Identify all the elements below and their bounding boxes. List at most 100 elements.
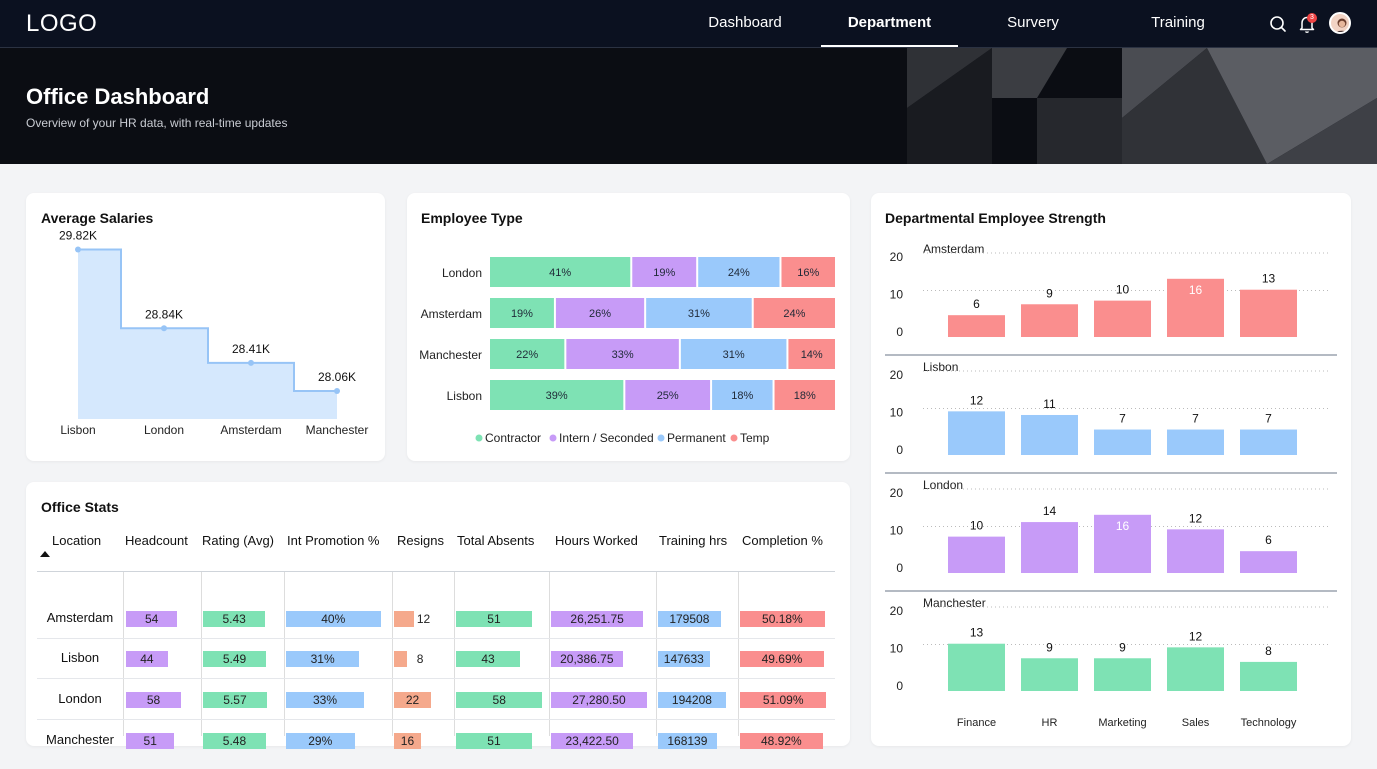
legend-label-2: Permanent	[667, 431, 726, 445]
cell-headcount-lisbon: 44	[126, 651, 199, 667]
salary-xtick-london: London	[144, 423, 184, 437]
cell-resigns-lisbon: 8	[394, 651, 451, 667]
salary-label-lisbon: 29.82K	[59, 228, 97, 242]
cell-value-promotion: 29%	[308, 734, 333, 748]
dept-value-amsterdam-sales: 16	[1189, 283, 1203, 297]
column-header-resigns[interactable]: Resigns	[397, 533, 444, 548]
cell-value-completion: 50.18%	[762, 612, 803, 626]
hero-decoration	[907, 48, 1377, 164]
cell-resigns-london: 22	[394, 692, 451, 708]
dept-value-lisbon-marketing: 7	[1119, 412, 1126, 426]
table-header-divider	[37, 571, 835, 572]
cell-value-resigns: 8	[416, 652, 424, 666]
legend-marker-1	[549, 434, 557, 442]
dept-value-london-marketing: 16	[1116, 519, 1130, 533]
cell-value-promotion: 40%	[321, 612, 346, 626]
logo[interactable]: LOGO	[26, 10, 97, 38]
emptype-value-lisbon-2: 18%	[731, 390, 753, 402]
dept-value-manchester-finance: 13	[970, 626, 984, 640]
row-divider	[37, 719, 835, 720]
cell-value-headcount: 54	[144, 612, 159, 626]
dept-bar-amsterdam-hr	[1021, 304, 1078, 337]
nav-dashboard[interactable]: Dashboard	[700, 0, 790, 47]
dept-xtick-finance: Finance	[957, 717, 996, 729]
column-header-training[interactable]: Training hrs	[659, 533, 727, 548]
emptype-value-amsterdam-0: 19%	[511, 308, 533, 320]
emptype-ytick-manchester: Manchester	[419, 348, 482, 362]
cell-training-london: 194208	[658, 692, 736, 708]
column-header-absents[interactable]: Total Absents	[457, 533, 534, 548]
emptype-ytick-london: London	[442, 266, 482, 280]
page-subtitle: Overview of your HR data, with real-time…	[26, 116, 288, 130]
dept-bar-manchester-technology	[1240, 661, 1297, 691]
column-header-hours[interactable]: Hours Worked	[555, 533, 638, 548]
cell-hours-lisbon: 20,386.75	[551, 651, 653, 667]
row-location-lisbon: Lisbon	[60, 650, 100, 665]
column-header-promotion[interactable]: Int Promotion %	[287, 533, 380, 548]
column-header-location[interactable]: Location	[52, 533, 101, 548]
cell-value-promotion: 31%	[310, 652, 335, 666]
dept-value-manchester-sales: 12	[1189, 629, 1203, 643]
cell-absents-lisbon: 43	[456, 651, 546, 667]
cell-training-manchester: 168139	[658, 733, 736, 749]
column-header-headcount[interactable]: Headcount	[125, 533, 188, 548]
dept-value-london-hr: 14	[1043, 504, 1057, 518]
cell-value-headcount: 44	[140, 652, 154, 666]
nav-training[interactable]: Training	[1140, 0, 1216, 47]
emptype-value-london-0: 41%	[549, 267, 571, 279]
nav-survery[interactable]: Survery	[990, 0, 1076, 47]
cell-resigns-amsterdam: 12	[394, 611, 451, 627]
salary-xtick-manchester: Manchester	[306, 423, 369, 437]
office-stats-title: Office Stats	[41, 499, 119, 515]
cell-promotion-london: 33%	[286, 692, 390, 708]
dept-value-lisbon-technology: 7	[1265, 412, 1272, 426]
cell-value-training: 179508	[669, 612, 710, 626]
dept-ytick-0-10: 10	[890, 288, 904, 302]
cell-value-resigns: 16	[400, 734, 415, 748]
dept-value-lisbon-hr: 11	[1043, 397, 1056, 411]
cell-value-rating: 5.43	[222, 612, 246, 626]
nav-department[interactable]: Department	[821, 0, 958, 47]
avatar[interactable]	[1329, 12, 1351, 34]
cell-value-hours: 20,386.75	[560, 652, 614, 666]
dept-value-amsterdam-marketing: 10	[1116, 283, 1130, 297]
dept-value-manchester-technology: 8	[1265, 644, 1272, 658]
salary-xtick-lisbon: Lisbon	[60, 423, 95, 437]
dept-bar-lisbon-technology	[1240, 429, 1297, 455]
dept-bar-manchester-hr	[1021, 658, 1078, 691]
cell-completion-london: 51.09%	[740, 692, 829, 708]
search-icon[interactable]	[1267, 12, 1291, 36]
emptype-value-lisbon-3: 18%	[794, 390, 816, 402]
legend-marker-0	[475, 434, 483, 442]
column-separator	[123, 572, 124, 736]
cell-promotion-amsterdam: 40%	[286, 611, 390, 627]
dept-bar-london-hr	[1021, 522, 1078, 573]
legend-label-0: Contractor	[485, 431, 541, 445]
column-header-completion[interactable]: Completion %	[742, 533, 823, 548]
dept-ytick-1-20: 20	[890, 368, 904, 382]
dept-value-amsterdam-technology: 13	[1262, 272, 1276, 286]
row-divider	[37, 638, 835, 639]
dept-value-manchester-marketing: 9	[1119, 640, 1126, 654]
dept-value-lisbon-finance: 12	[970, 393, 984, 407]
dept-xtick-marketing: Marketing	[1098, 717, 1146, 729]
cell-value-completion: 48.92%	[760, 734, 802, 748]
cell-value-training: 147633	[663, 652, 704, 666]
hero-banner: Office Dashboard Overview of your HR dat…	[0, 48, 1377, 164]
cell-value-absents: 58	[492, 693, 506, 707]
dept-ytick-1-0: 0	[896, 443, 903, 457]
dept-panel-title-london: London	[923, 478, 963, 492]
emptype-value-lisbon-0: 39%	[546, 390, 568, 402]
cell-headcount-manchester: 51	[126, 733, 199, 749]
salary-point-lisbon	[75, 246, 81, 253]
dept-value-lisbon-sales: 7	[1192, 412, 1199, 426]
salary-label-london: 28.84K	[145, 307, 183, 321]
dept-panel-title-amsterdam: Amsterdam	[923, 242, 984, 256]
legend-marker-3	[730, 434, 738, 442]
sort-ascending-icon[interactable]	[40, 551, 50, 557]
bell-icon[interactable]: 3	[1296, 12, 1320, 36]
cell-resigns-manchester: 16	[394, 733, 451, 749]
dept-ytick-2-10: 10	[890, 524, 904, 538]
column-header-rating[interactable]: Rating (Avg)	[202, 533, 274, 548]
cell-completion-lisbon: 49.69%	[740, 651, 829, 667]
